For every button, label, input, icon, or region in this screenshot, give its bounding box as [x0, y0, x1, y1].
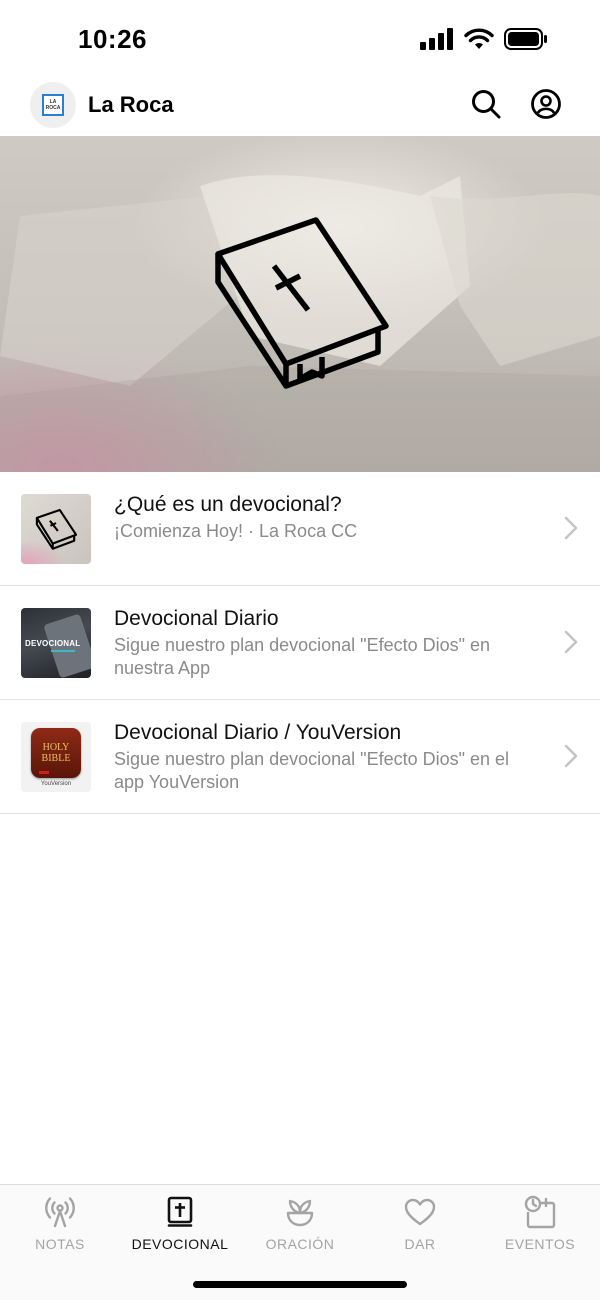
broadcast-icon: [45, 1197, 75, 1228]
item-subtitle: ¡Comienza Hoy! · La Roca CC: [114, 521, 358, 541]
search-button[interactable]: [468, 86, 504, 122]
tab-oracion[interactable]: ORACIÓN: [240, 1193, 360, 1263]
home-indicator[interactable]: [193, 1281, 407, 1288]
logo-mark: LA ROCA: [42, 94, 64, 116]
item-title: ¿Qué es un devocional?: [114, 493, 342, 516]
item-text: Devocional Diario / YouVersion Sigue nue…: [114, 720, 544, 794]
app-icon-text-bottom: BIBLE: [41, 753, 71, 764]
item-thumbnail: HOLY BIBLE YouVersion: [21, 722, 91, 792]
item-title: Devocional Diario: [114, 607, 279, 630]
ribbon: [39, 771, 49, 774]
app-header: LA ROCA La Roca: [0, 78, 600, 136]
tab-label: DAR: [404, 1236, 436, 1252]
tab-notas[interactable]: NOTAS: [0, 1193, 120, 1263]
thumb-label: DEVOCIONAL: [25, 639, 81, 648]
tab-label: NOTAS: [35, 1236, 85, 1252]
list-item[interactable]: ¿Qué es un devocional? ¡Comienza Hoy! · …: [0, 472, 600, 586]
search-icon: [472, 90, 501, 119]
tab-label: ORACIÓN: [265, 1236, 335, 1252]
calendar-clock-icon: [524, 1195, 556, 1229]
bible-icon: [35, 508, 77, 550]
thumb-label-underline: [51, 650, 75, 652]
item-subtitle: Sigue nuestro plan devocional "Efecto Di…: [114, 635, 491, 678]
item-text: Devocional Diario Sigue nuestro plan dev…: [114, 606, 544, 680]
status-time: 10:26: [78, 24, 147, 54]
user-circle-icon: [531, 89, 561, 119]
item-text: ¿Qué es un devocional? ¡Comienza Hoy! · …: [114, 492, 544, 543]
chevron-right-icon: [564, 630, 578, 654]
list-item[interactable]: DEVOCIONAL Devocional Diario Sigue nuest…: [0, 586, 600, 700]
devotional-list: ¿Qué es un devocional? ¡Comienza Hoy! · …: [0, 472, 600, 814]
battery-icon: [504, 28, 547, 50]
status-bar: 10:26: [0, 0, 600, 78]
app-icon-text-top: HOLY: [42, 742, 70, 753]
tab-dar[interactable]: DAR: [360, 1193, 480, 1263]
app-title: La Roca: [88, 92, 174, 117]
app-caption: YouVersion: [40, 781, 72, 787]
holy-bible-app-icon: HOLY BIBLE: [31, 728, 81, 778]
tab-label: EVENTOS: [504, 1236, 576, 1252]
wifi-icon: [464, 28, 494, 49]
chevron-right-icon: [564, 744, 578, 768]
tab-eventos[interactable]: EVENTOS: [480, 1193, 600, 1263]
tab-label: DEVOCIONAL: [131, 1236, 229, 1252]
chevron-right-icon: [564, 516, 578, 540]
signal-icon: [420, 28, 453, 50]
logo-text-bottom: ROCA: [45, 105, 61, 111]
hero-banner: [0, 136, 600, 472]
heart-icon: [404, 1198, 436, 1226]
status-icons: [420, 28, 548, 50]
profile-button[interactable]: [528, 86, 564, 122]
list-item[interactable]: HOLY BIBLE YouVersion Devocional Diario …: [0, 700, 600, 814]
item-title: Devocional Diario / YouVersion: [114, 721, 402, 744]
bible-icon: [215, 217, 389, 389]
item-thumbnail: [21, 494, 91, 564]
plant-icon: [286, 1199, 314, 1227]
church-logo[interactable]: LA ROCA: [30, 82, 76, 128]
item-thumbnail: DEVOCIONAL: [21, 608, 91, 678]
bible-icon: [167, 1196, 193, 1227]
tab-devocional[interactable]: DEVOCIONAL: [120, 1193, 240, 1263]
item-subtitle: Sigue nuestro plan devocional "Efecto Di…: [114, 749, 510, 792]
